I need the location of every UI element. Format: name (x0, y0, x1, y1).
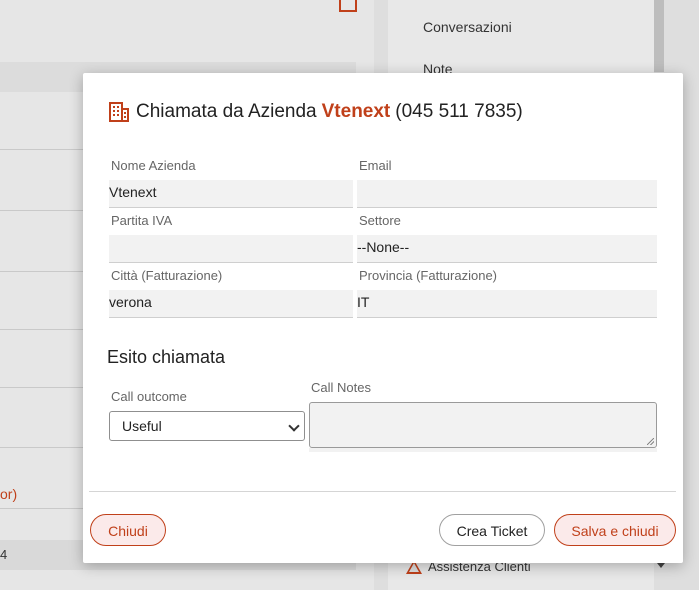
create-ticket-button[interactable]: Crea Ticket (439, 514, 545, 546)
call-notes-textarea[interactable] (309, 402, 657, 448)
dialog-title-prefix: Chiamata da Azienda (136, 101, 317, 122)
outcome-section-title: Esito chiamata (107, 347, 226, 367)
side-panel-scrollbar[interactable] (654, 0, 664, 72)
call-outcome-value: Useful (122, 418, 162, 434)
call-outcome-select[interactable]: Useful (109, 411, 305, 441)
billing-province-label: Provincia (Fatturazione) (359, 268, 497, 283)
background-partial-text: or) (0, 486, 18, 502)
save-and-close-button[interactable]: Salva e chiudi (554, 514, 676, 546)
call-notes-label: Call Notes (311, 380, 371, 395)
background-toolbar (0, 0, 374, 62)
email-field[interactable] (357, 180, 657, 208)
caret-down-icon[interactable] (657, 563, 665, 568)
dialog-title-company: Vtenext (321, 101, 391, 122)
dialog-footer-divider (89, 491, 676, 492)
resize-handle-icon[interactable] (647, 438, 654, 445)
billing-province-field[interactable]: IT (357, 290, 657, 318)
building-icon (109, 102, 129, 122)
vat-number-label: Partita IVA (111, 213, 173, 228)
company-name-field[interactable]: Vtenext (109, 180, 353, 208)
company-name-label: Nome Azienda (111, 158, 196, 173)
close-button[interactable]: Chiudi (90, 514, 166, 546)
chevron-down-icon (288, 420, 300, 432)
document-icon (339, 0, 357, 12)
sector-field[interactable]: --None-- (357, 235, 657, 263)
billing-city-label: Città (Fatturazione) (111, 268, 223, 283)
vat-number-field[interactable] (109, 235, 353, 263)
background-partial-number: 4 (0, 547, 8, 562)
call-dialog: Chiamata da Azienda Vtenext (045 511 783… (83, 73, 683, 563)
dialog-title-phone: (045 511 7835) (395, 101, 523, 122)
call-notes-underline (309, 448, 657, 452)
dialog-title: Chiamata da Azienda Vtenext (045 511 783… (109, 101, 523, 123)
billing-city-field[interactable]: verona (109, 290, 353, 318)
side-panel-item-conversazioni[interactable]: Conversazioni (423, 19, 512, 35)
email-label: Email (359, 158, 392, 173)
sector-label: Settore (359, 213, 401, 228)
call-outcome-label: Call outcome (111, 389, 187, 404)
